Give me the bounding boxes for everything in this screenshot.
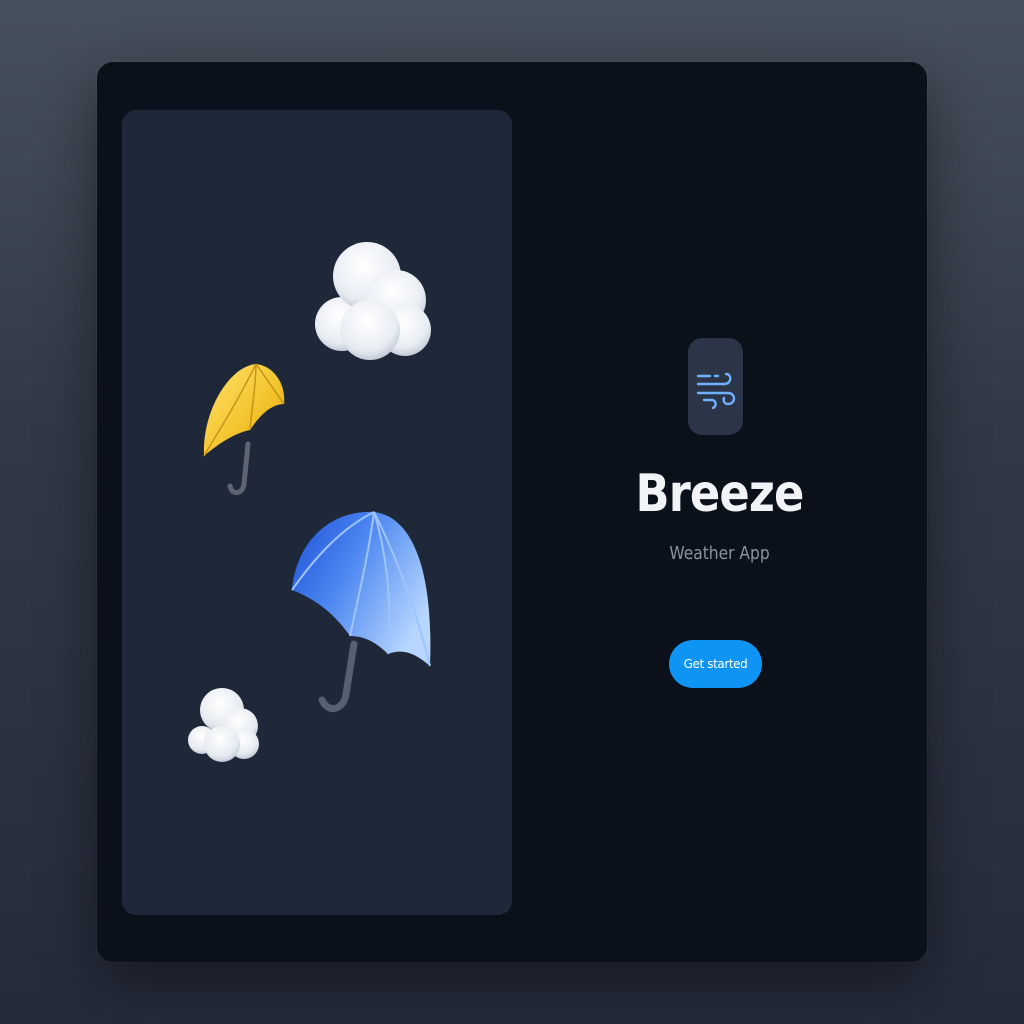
app-title: Breeze	[635, 464, 804, 524]
app-subtitle: Weather App	[669, 543, 770, 564]
hero-illustration-panel	[122, 110, 512, 915]
app-window: Breeze Weather App Get started	[97, 62, 927, 962]
yellow-umbrella-icon	[203, 363, 285, 495]
get-started-button[interactable]: Get started	[669, 640, 762, 688]
welcome-panel: Breeze Weather App Get started	[512, 62, 927, 962]
blue-umbrella-icon	[291, 511, 431, 712]
cloud-icon	[188, 688, 259, 762]
cloud-icon	[315, 242, 431, 360]
wind-icon	[688, 338, 743, 435]
